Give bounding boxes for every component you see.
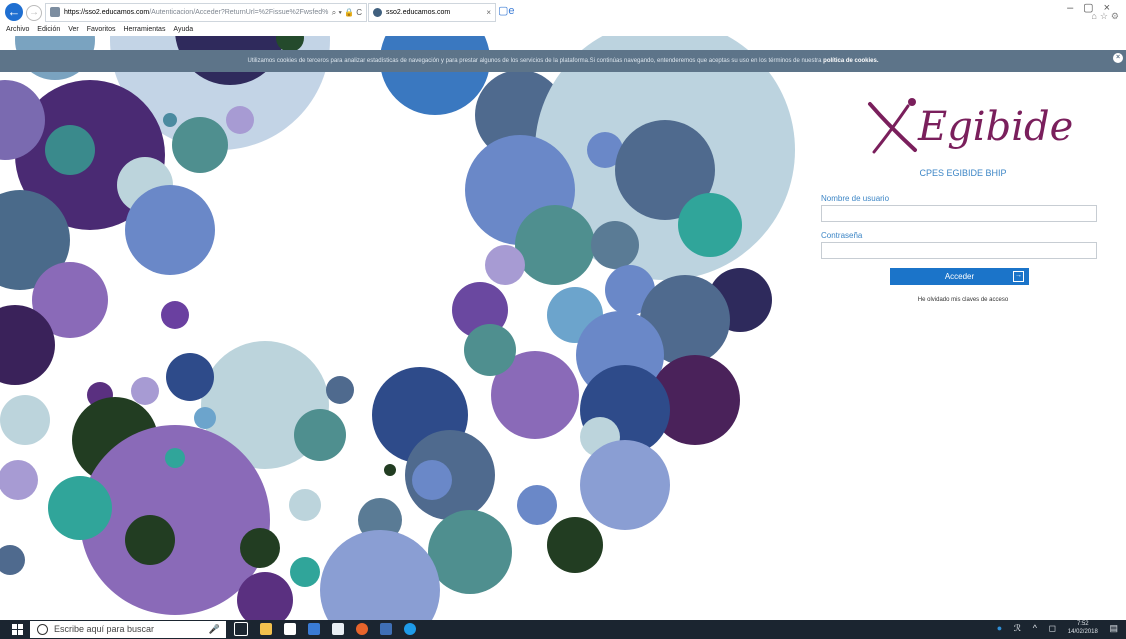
login-button-label: Acceder — [944, 272, 975, 281]
decorative-bubble — [294, 409, 346, 461]
menu-ayuda[interactable]: Ayuda — [173, 26, 193, 33]
login-panel: Egibide CPES EGIBIDE BHIP Nombre de usua… — [800, 72, 1126, 620]
menu-ver[interactable]: Ver — [68, 26, 79, 33]
task-view-icon[interactable] — [234, 622, 248, 636]
decorative-bubble — [547, 517, 603, 573]
microphone-icon[interactable]: 🎤 — [209, 621, 220, 638]
decorative-bubble — [131, 377, 159, 405]
decorative-bubble — [161, 301, 189, 329]
cookie-close-icon[interactable]: × — [1113, 53, 1123, 63]
decorative-bubble — [125, 515, 175, 565]
cookie-text: Utilizamos cookies de terceros para anal… — [247, 58, 824, 64]
address-tools-icon[interactable]: ⌕ ▾ 🔒 C — [332, 4, 362, 21]
tray-chevron-icon[interactable]: ^ — [1033, 623, 1037, 633]
menu-herramientas[interactable]: Herramientas — [123, 26, 165, 33]
windows-start-icon[interactable] — [12, 624, 23, 635]
decorative-bubble — [45, 125, 95, 175]
mail-icon[interactable] — [332, 623, 344, 635]
decorative-bubble — [412, 460, 452, 500]
decorative-bubble — [0, 545, 25, 575]
decorative-bubble — [515, 205, 595, 285]
clock-date: 14/02/2018 — [1067, 629, 1098, 635]
decorative-bubble — [289, 489, 321, 521]
app-icon[interactable] — [380, 623, 392, 635]
decorative-bubble — [240, 528, 280, 568]
decorative-bubble — [172, 117, 228, 173]
new-tab-icon[interactable]: ▢e — [498, 3, 522, 20]
decorative-bubble — [678, 193, 742, 257]
tab-title: sso2.educamos.com — [386, 9, 451, 16]
menu-favoritos[interactable]: Favoritos — [87, 26, 116, 33]
decorative-bubble — [384, 464, 396, 476]
site-icon — [50, 7, 60, 18]
logo-text: Egibide — [917, 104, 1073, 150]
menu-edicion[interactable]: Edición — [37, 26, 60, 33]
decorative-bubble — [0, 395, 50, 445]
back-button[interactable]: ← — [5, 3, 23, 21]
taskbar: Escribe aquí para buscar 🎤 ● ℛ ^ ◻ 7:52 … — [0, 620, 1126, 639]
tab-close-icon[interactable]: × — [486, 4, 491, 21]
home-star-gear-icons[interactable]: ⌂☆⚙ — [1091, 11, 1122, 22]
decorative-bubble — [485, 245, 525, 285]
password-label: Contraseña — [821, 231, 863, 240]
decorative-bubble — [428, 510, 512, 594]
decorative-bubble — [580, 440, 670, 530]
decorative-bubble — [464, 324, 516, 376]
enter-icon: → — [1013, 271, 1024, 282]
decorative-bubble — [290, 557, 320, 587]
taskbar-apps — [234, 622, 428, 636]
decorative-bubble — [48, 476, 112, 540]
decorative-bubble — [380, 36, 490, 115]
clock-time: 7:52 — [1076, 621, 1089, 627]
egibide-logo: Egibide — [860, 92, 1080, 162]
network-globe-icon[interactable]: ● — [997, 623, 1002, 633]
search-placeholder: Escribe aquí para buscar — [54, 624, 155, 634]
taskbar-search[interactable]: Escribe aquí para buscar 🎤 — [30, 621, 226, 638]
password-input[interactable] — [821, 242, 1097, 259]
file-explorer-icon[interactable] — [260, 623, 272, 635]
browser-tab[interactable]: sso2.educamos.com × — [368, 3, 496, 22]
login-button[interactable]: Acceder → — [890, 268, 1029, 285]
store-icon[interactable] — [284, 623, 296, 635]
notifications-icon[interactable]: ▤ — [1109, 623, 1118, 634]
decorative-bubbles — [0, 36, 800, 620]
decorative-bubble — [326, 376, 354, 404]
decorative-bubble — [165, 448, 185, 468]
firefox-icon[interactable] — [356, 623, 368, 635]
volume-icon[interactable]: ◻ — [1049, 623, 1056, 634]
forward-button[interactable]: → — [26, 5, 42, 21]
decorative-bubble — [591, 221, 639, 269]
school-name: CPES EGIBIDE BHIP — [919, 168, 1007, 178]
photos-icon[interactable] — [308, 623, 320, 635]
tab-favicon-icon — [373, 7, 382, 17]
cookie-banner: Utilizamos cookies de terceros para anal… — [0, 50, 1126, 72]
decorative-bubble — [125, 185, 215, 275]
menu-archivo[interactable]: Archivo — [6, 26, 29, 33]
forgot-credentials-link[interactable]: He olvidado mis claves de acceso — [800, 297, 1126, 303]
menu-bar: Archivo Edición Ver Favoritos Herramient… — [0, 24, 1126, 36]
decorative-bubble — [237, 572, 293, 620]
system-tray: ● ℛ ^ ◻ 7:52 14/02/2018 ▤ — [987, 620, 1118, 639]
address-path: /Autenticacion/Acceder?ReturnUrl=%2Fissu… — [149, 9, 329, 16]
decorative-bubble — [320, 530, 440, 620]
cookie-policy-link[interactable]: política de cookies. — [823, 58, 878, 64]
decorative-bubble — [194, 407, 216, 429]
address-host: https://sso2.educamos.com — [64, 9, 150, 16]
cortana-icon — [37, 624, 48, 636]
decorative-bubble — [0, 460, 38, 500]
decorative-bubble — [166, 353, 214, 401]
decorative-bubble — [226, 106, 254, 134]
address-bar[interactable]: https://sso2.educamos.com/Autenticacion/… — [45, 3, 367, 22]
people-icon[interactable]: ℛ — [1014, 623, 1021, 634]
decorative-bubble — [517, 485, 557, 525]
username-input[interactable] — [821, 205, 1097, 222]
system-clock[interactable]: 7:52 14/02/2018 — [1068, 620, 1098, 636]
logo-mark-icon: Egibide — [868, 98, 1073, 154]
username-label: Nombre de usuario — [821, 194, 890, 203]
decorative-bubble — [163, 113, 177, 127]
browser-titlebar: ← → https://sso2.educamos.com/Autenticac… — [0, 0, 1126, 24]
internet-explorer-icon[interactable] — [404, 623, 416, 635]
